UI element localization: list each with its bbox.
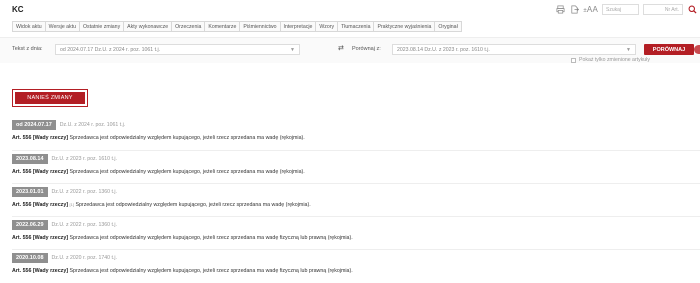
version-header: 2023.01.01 Dz.U. z 2022 r. poz. 1360 t.j… <box>12 187 117 197</box>
to-version-select[interactable]: 2023.08.14 Dz.U. z 2023 r. poz. 1610 t.j… <box>392 44 636 55</box>
tab-oryginal[interactable]: Oryginał <box>434 21 462 32</box>
version-entry: 2022.06.29 Dz.U. z 2022 r. poz. 1360 t.j… <box>12 216 700 249</box>
tab-wzory[interactable]: Wzory <box>315 21 338 32</box>
article-body: Sprzedawca jest odpowiedzialny względem … <box>69 135 305 141</box>
tab-orzeczenia[interactable]: Orzeczenia <box>171 21 205 32</box>
compare-bar: Tekst z dnia: od 2024.07.17 Dz.U. z 2024… <box>0 37 700 63</box>
version-date-badge[interactable]: 2022.06.29 <box>12 220 48 230</box>
version-source: Dz.U. z 2023 r. poz. 1610 t.j. <box>51 156 117 162</box>
version-header: od 2024.07.17 Dz.U. z 2024 r. poz. 1061 … <box>12 120 125 130</box>
version-entry: 2023.08.14 Dz.U. z 2023 r. poz. 1610 t.j… <box>12 150 700 183</box>
article-body: Sprzedawca jest odpowiedzialny względem … <box>69 235 353 241</box>
version-source: Dz.U. z 2020 r. poz. 1740 t.j. <box>51 255 117 261</box>
from-date-label: Tekst z dnia: <box>12 46 43 52</box>
chevron-down-icon: ▼ <box>290 47 295 53</box>
article-text: Art. 556 [Wady rzeczy] Sprzedawca jest o… <box>12 169 305 175</box>
from-version-select[interactable]: od 2024.07.17 Dz.U. z 2024 r. poz. 1061 … <box>55 44 300 55</box>
print-icon[interactable] <box>555 4 565 14</box>
from-version-value: od 2024.07.17 Dz.U. z 2024 r. poz. 1061 … <box>60 47 161 53</box>
tab-tlumaczenia[interactable]: Tłumaczenia <box>337 21 374 32</box>
version-entry: 2020.10.08 Dz.U. z 2020 r. poz. 1740 t.j… <box>12 249 700 282</box>
act-title: KC <box>12 5 24 14</box>
article-number-input[interactable]: Nr Art. <box>643 3 683 15</box>
version-source: Dz.U. z 2022 r. poz. 1360 t.j. <box>51 189 117 195</box>
compare-with-label: Porównaj z: <box>352 46 381 52</box>
version-date-badge[interactable]: 2020.10.08 <box>12 253 48 263</box>
apply-changes-button[interactable]: NANIEŚ ZMIANY <box>15 92 85 104</box>
tab-wersje-aktu[interactable]: Wersje aktu <box>44 21 79 32</box>
search-input[interactable]: Szukaj <box>602 3 639 15</box>
tab-komentarze[interactable]: Komentarze <box>204 21 240 32</box>
version-entry: 2023.01.01 Dz.U. z 2022 r. poz. 1360 t.j… <box>12 183 700 216</box>
version-date-badge[interactable]: 2023.01.01 <box>12 187 48 197</box>
header-tools: ±AA Szukaj Nr Art. <box>555 3 697 15</box>
article-text: Art. 556 [Wady rzeczy] Sprzedawca jest o… <box>12 135 305 141</box>
to-version-value: 2023.08.14 Dz.U. z 2023 r. poz. 1610 t.j… <box>397 47 490 53</box>
compare-button[interactable]: PORÓWNAJ <box>644 44 694 55</box>
toolbar-header: KC ±AA Szukaj Nr Art. <box>0 0 700 19</box>
tab-interpretacje[interactable]: Interpretacje <box>279 21 316 32</box>
tab-akty-wykonawcze[interactable]: Akty wykonawcze <box>123 21 172 32</box>
article-label: Art. 556 [Wady rzeczy] <box>12 135 69 141</box>
tab-widok-aktu[interactable]: Widok aktu <box>12 21 45 32</box>
version-header: 2023.08.14 Dz.U. z 2023 r. poz. 1610 t.j… <box>12 154 117 164</box>
version-header: 2022.06.29 Dz.U. z 2022 r. poz. 1360 t.j… <box>12 220 117 230</box>
show-changed-checkbox[interactable] <box>571 57 576 63</box>
article-label: Art. 556 [Wady rzeczy] <box>12 202 69 208</box>
show-changed-only-toggle[interactable]: Pokaż tylko zmienione artykuły <box>571 57 650 63</box>
search-icon[interactable] <box>687 4 697 15</box>
version-source: Dz.U. z 2022 r. poz. 1360 t.j. <box>51 222 117 228</box>
version-date-badge[interactable]: od 2024.07.17 <box>12 120 56 130</box>
article-label: Art. 556 [Wady rzeczy] <box>12 235 69 241</box>
article-body: Sprzedawca jest odpowiedzialny względem … <box>75 202 311 208</box>
swap-icon[interactable]: ⇄ <box>338 44 344 52</box>
font-size-control[interactable]: ±AA <box>583 5 598 14</box>
footnote-marker[interactable]: [1] <box>70 202 74 207</box>
export-icon[interactable] <box>569 4 579 14</box>
font-size-label: AA <box>586 4 598 14</box>
chevron-down-icon: ▼ <box>626 47 631 53</box>
scroll-indicator <box>694 45 700 54</box>
article-text: Art. 556 [Wady rzeczy] [1] Sprzedawca je… <box>12 202 311 208</box>
tab-praktyczne-wyjasnienia[interactable]: Praktyczne wyjaśnienia <box>373 21 435 32</box>
article-body: Sprzedawca jest odpowiedzialny względem … <box>69 169 305 175</box>
tab-pismiennictwo[interactable]: Piśmiennictwo <box>239 21 280 32</box>
version-list: od 2024.07.17 Dz.U. z 2024 r. poz. 1061 … <box>12 117 700 282</box>
apply-changes-frame: NANIEŚ ZMIANY <box>12 89 88 107</box>
show-changed-label: Pokaż tylko zmienione artykuły <box>579 57 650 63</box>
act-tabs: Widok aktu Wersje aktu Ostatnie zmiany A… <box>12 21 462 32</box>
article-text: Art. 556 [Wady rzeczy] Sprzedawca jest o… <box>12 268 353 274</box>
version-header: 2020.10.08 Dz.U. z 2020 r. poz. 1740 t.j… <box>12 253 117 263</box>
version-source: Dz.U. z 2024 r. poz. 1061 t.j. <box>59 122 126 128</box>
article-body: Sprzedawca jest odpowiedzialny względem … <box>69 268 353 274</box>
article-text: Art. 556 [Wady rzeczy] Sprzedawca jest o… <box>12 235 353 241</box>
tab-ostatnie-zmiany[interactable]: Ostatnie zmiany <box>78 21 124 32</box>
article-label: Art. 556 [Wady rzeczy] <box>12 169 69 175</box>
version-date-badge[interactable]: 2023.08.14 <box>12 154 48 164</box>
article-label: Art. 556 [Wady rzeczy] <box>12 268 69 274</box>
version-entry: od 2024.07.17 Dz.U. z 2024 r. poz. 1061 … <box>12 117 700 150</box>
